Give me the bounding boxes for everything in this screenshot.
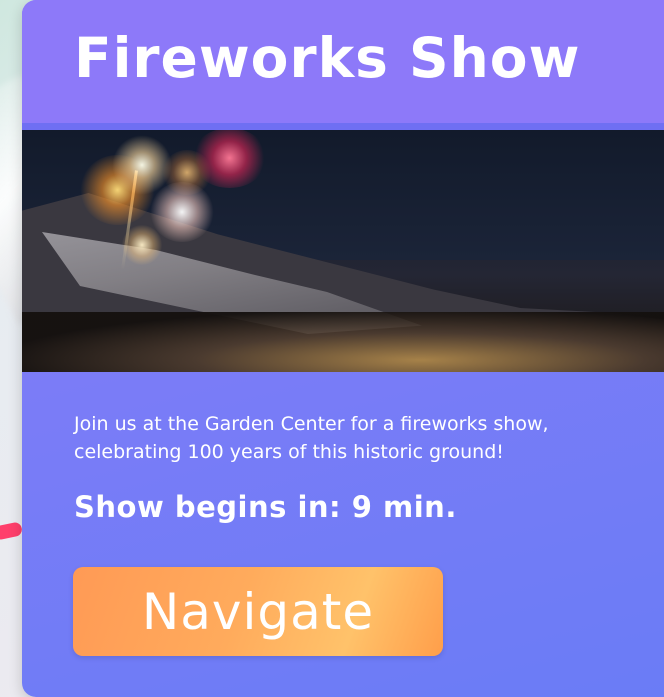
- event-hero-image: [22, 130, 664, 372]
- countdown-text: Show begins in: 9 min.: [74, 490, 457, 524]
- event-card: Fireworks Show Join us at the Garden Cen…: [22, 0, 664, 697]
- background-map-marker: [0, 521, 24, 541]
- card-header: Fireworks Show: [22, 0, 664, 123]
- firework-burst: [150, 182, 214, 242]
- header-divider: [22, 123, 664, 130]
- firework-burst: [192, 130, 267, 188]
- event-title: Fireworks Show: [74, 26, 581, 90]
- hero-town-lights: [22, 312, 664, 372]
- firework-burst: [122, 225, 162, 265]
- event-description: Join us at the Garden Center for a firew…: [74, 413, 549, 463]
- navigate-button[interactable]: Navigate: [73, 567, 443, 656]
